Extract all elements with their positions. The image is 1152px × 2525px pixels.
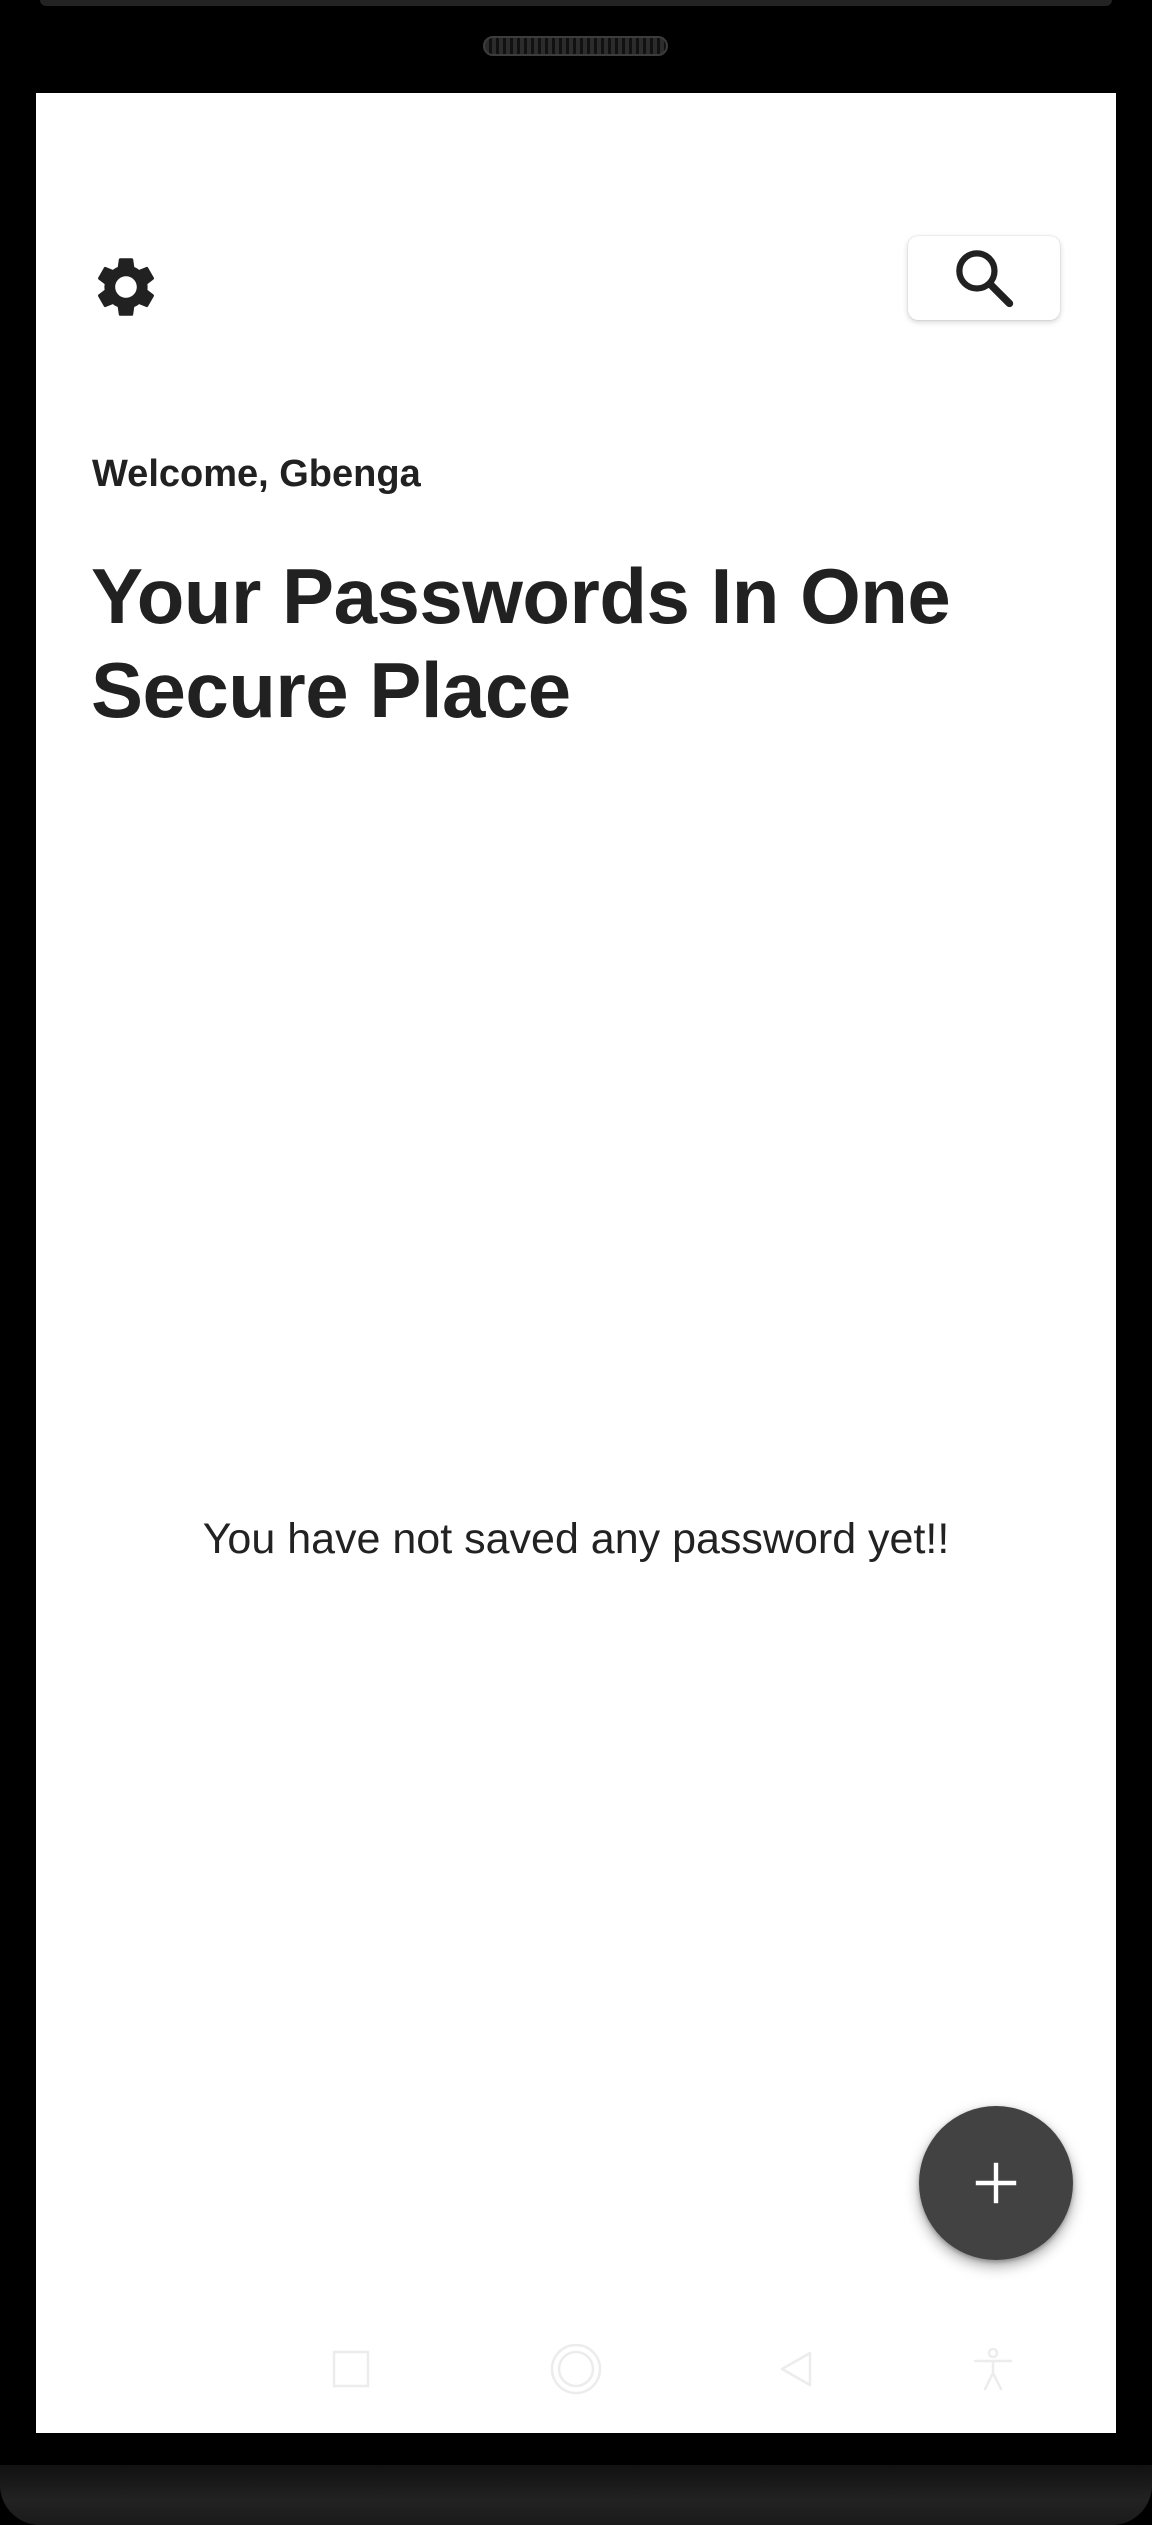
home-button[interactable]	[536, 2329, 616, 2409]
settings-button[interactable]	[88, 249, 164, 325]
back-triangle-icon	[780, 2351, 812, 2387]
square-icon	[332, 2350, 370, 2388]
back-button[interactable]	[756, 2329, 836, 2409]
circle-icon	[550, 2343, 602, 2395]
search-icon	[956, 250, 1014, 308]
system-navigation-bar	[36, 2313, 1116, 2433]
search-button[interactable]	[908, 236, 1060, 320]
gear-icon	[97, 258, 155, 316]
device-top-edge	[40, 0, 1112, 6]
device-chin	[0, 2465, 1152, 2525]
phone-frame: Welcome, Gbenga Your Passwords In One Se…	[0, 0, 1152, 2525]
page-title: Your Passwords In One Secure Place	[91, 552, 951, 734]
add-password-button[interactable]	[919, 2106, 1073, 2260]
accessibility-icon	[973, 2347, 1013, 2391]
welcome-greeting: Welcome, Gbenga	[92, 453, 421, 495]
accessibility-button[interactable]	[953, 2329, 1033, 2409]
empty-state-message: You have not saved any password yet!!	[202, 1515, 950, 1563]
plus-icon	[975, 2162, 1017, 2204]
recents-button[interactable]	[311, 2329, 391, 2409]
earpiece-speaker	[483, 36, 668, 56]
app-screen: Welcome, Gbenga Your Passwords In One Se…	[36, 93, 1116, 2433]
